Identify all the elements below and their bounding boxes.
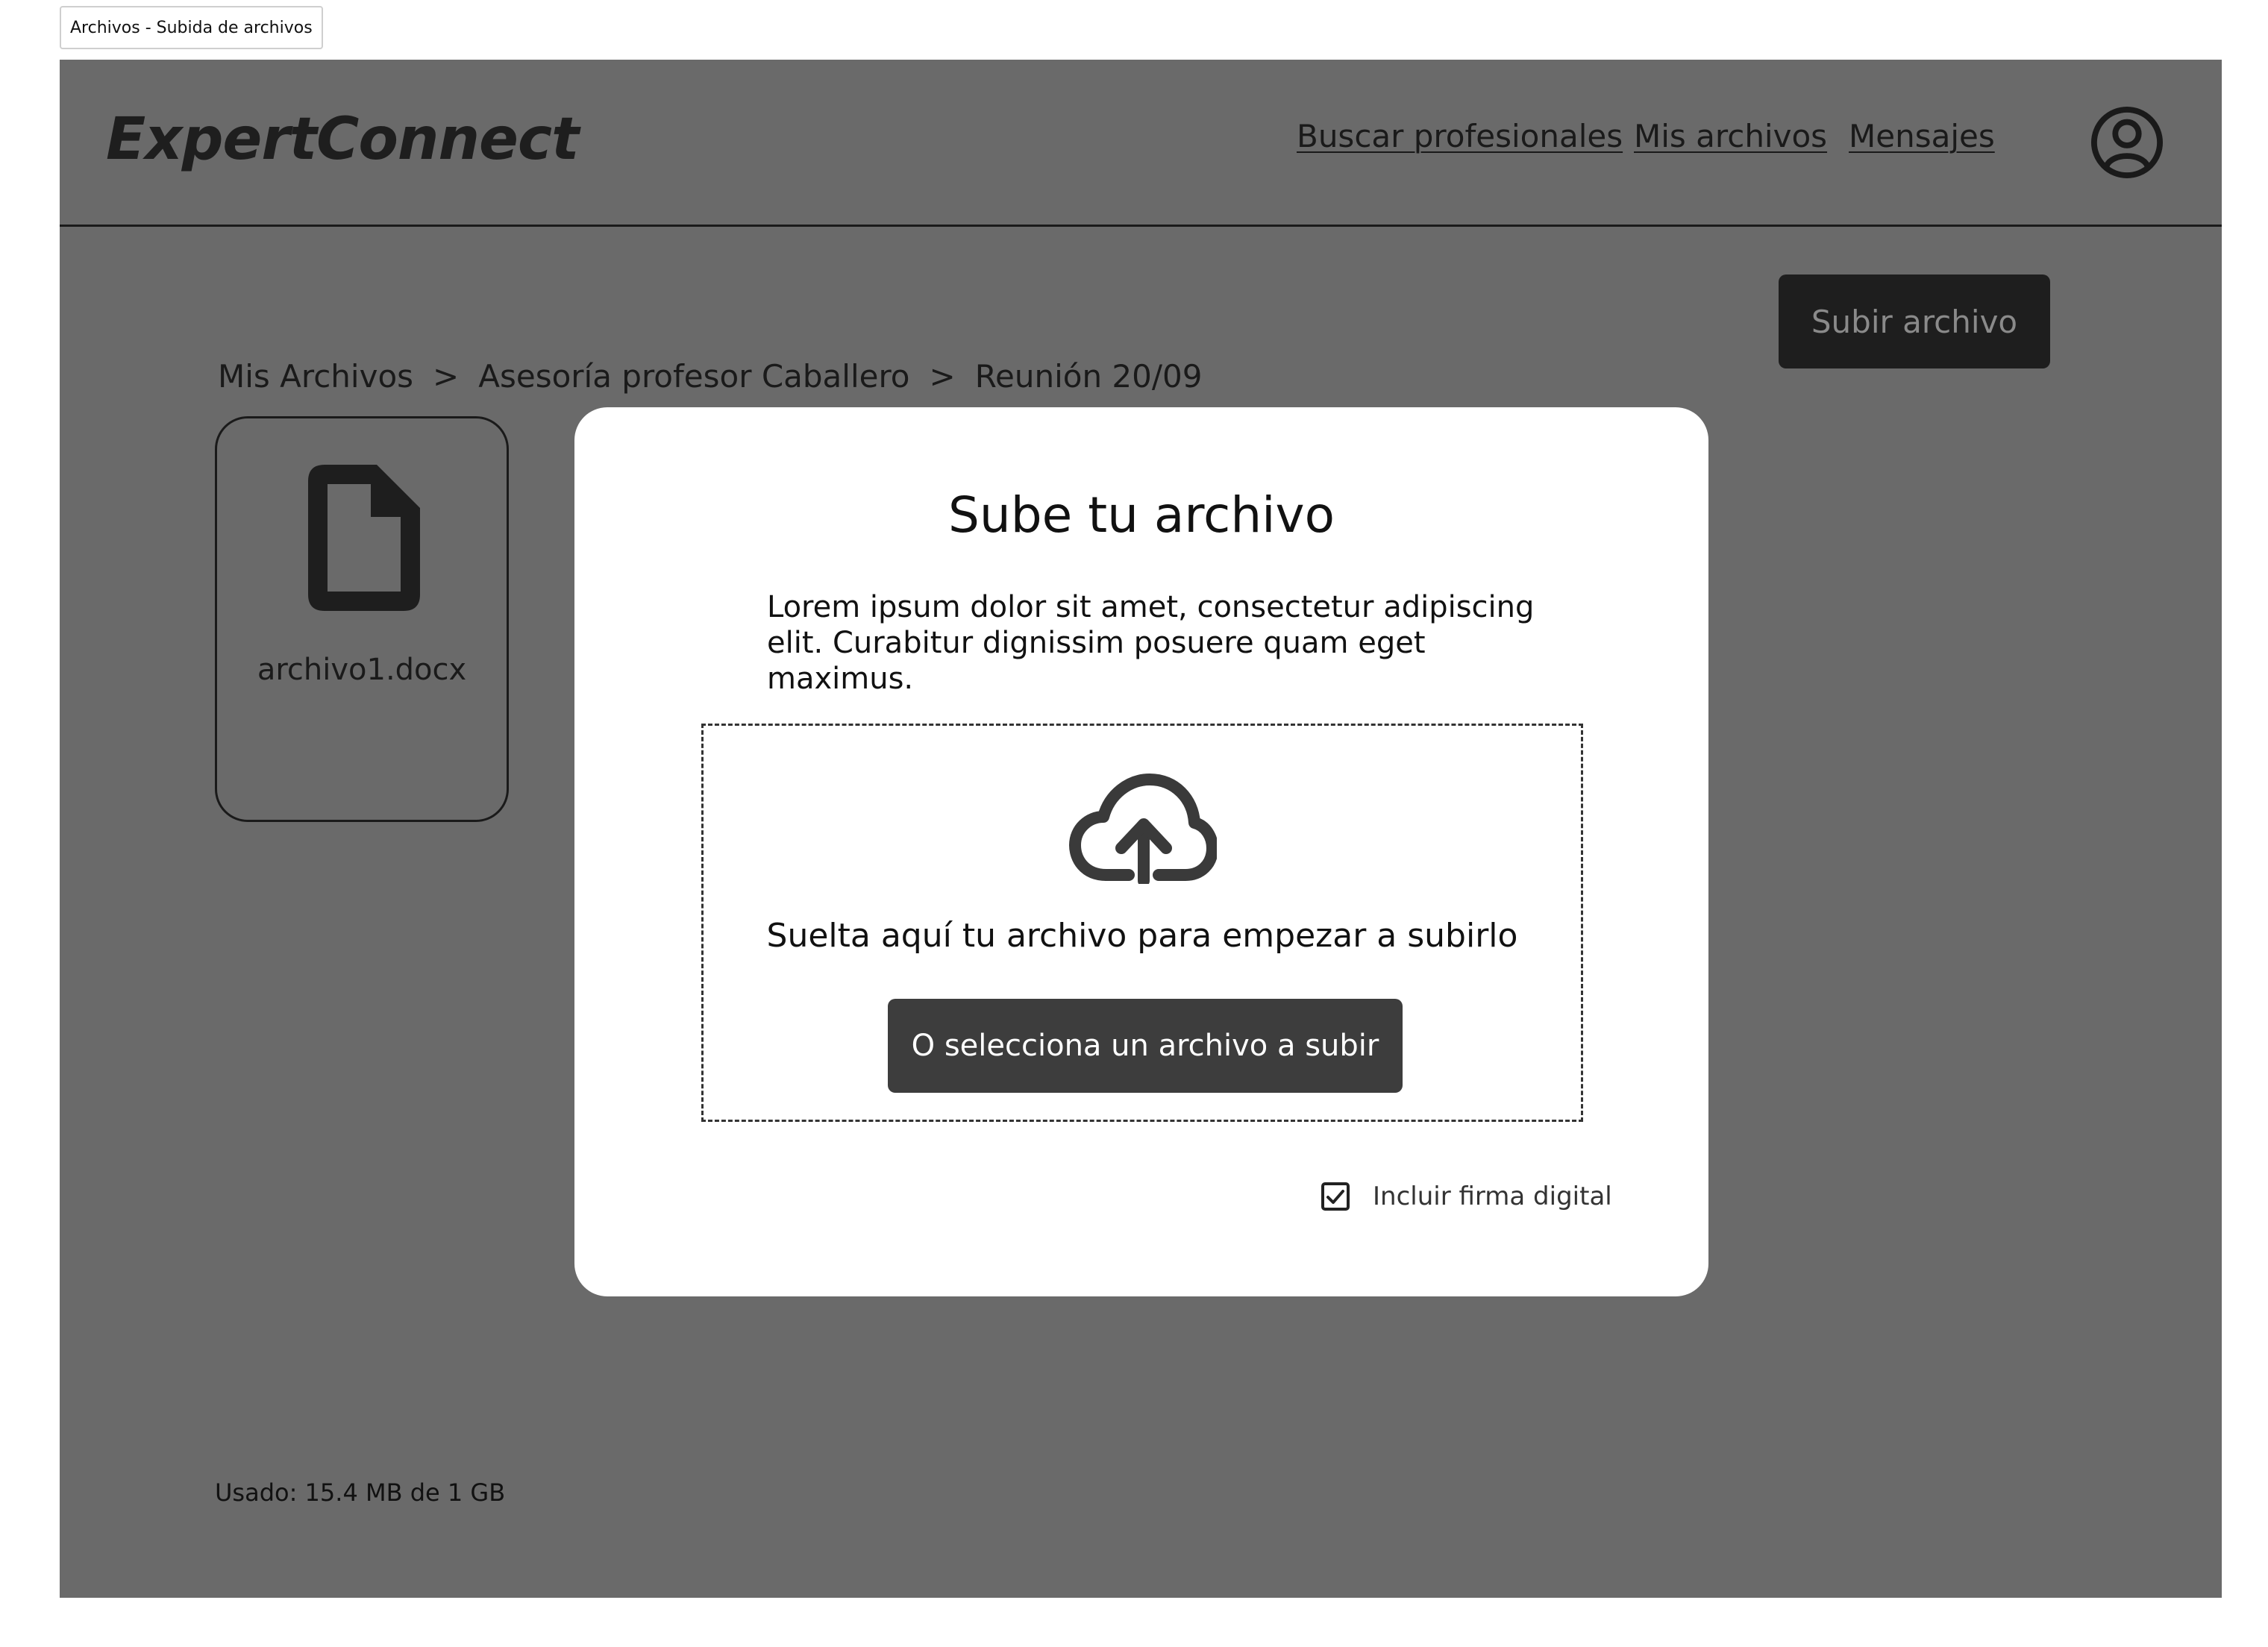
nav-link-mensajes[interactable]: Mensajes [1849, 118, 1995, 154]
breadcrumb-separator: > [929, 358, 956, 395]
nav-link-mis-archivos[interactable]: Mis archivos [1634, 118, 1827, 154]
top-navigation-bar: ExpertConnect Buscar profesionales Mis a… [60, 60, 2222, 227]
breadcrumb-separator: > [433, 358, 460, 395]
app-logo[interactable]: ExpertConnect [106, 106, 579, 173]
app-screen: ExpertConnect Buscar profesionales Mis a… [60, 60, 2222, 1598]
breadcrumb-item-mis-archivos[interactable]: Mis Archivos [218, 358, 413, 395]
digital-signature-option[interactable]: Incluir firma digital [1321, 1182, 1612, 1211]
user-circle-icon[interactable] [2090, 106, 2164, 179]
modal-description-line: Lorem ipsum dolor sit amet, consectetur … [767, 590, 1535, 624]
breadcrumb-item-reunion[interactable]: Reunión 20/09 [975, 358, 1203, 395]
upload-file-button[interactable]: Subir archivo [1779, 274, 2050, 368]
file-name: archivo1.docx [257, 653, 467, 687]
checkbox-label: Incluir firma digital [1373, 1182, 1612, 1211]
cloud-upload-icon [1069, 774, 1217, 884]
breadcrumb-item-asesoria[interactable]: Asesoría profesor Caballero [478, 358, 909, 395]
checkbox-checked-icon[interactable] [1321, 1182, 1350, 1211]
upload-modal: Sube tu archivo Lorem ipsum dolor sit am… [574, 407, 1708, 1296]
modal-description-line: elit. Curabitur dignissim posuere quam e… [767, 626, 1426, 696]
document-icon [308, 465, 420, 611]
modal-description: Lorem ipsum dolor sit amet, consectetur … [767, 589, 1543, 697]
breadcrumb: Mis Archivos > Asesoría profesor Caballe… [218, 358, 1202, 395]
dropzone-text: Suelta aquí tu archivo para empezar a su… [766, 917, 1518, 955]
frame-label: Archivos - Subida de archivos [60, 6, 323, 49]
file-card[interactable]: archivo1.docx [215, 416, 509, 822]
storage-usage: Usado: 15.4 MB de 1 GB [215, 1478, 506, 1507]
select-file-button[interactable]: O selecciona un archivo a subir [888, 999, 1403, 1093]
modal-title: Sube tu archivo [948, 486, 1335, 544]
file-dropzone[interactable]: Suelta aquí tu archivo para empezar a su… [701, 724, 1583, 1122]
nav-link-buscar-profesionales[interactable]: Buscar profesionales [1297, 118, 1623, 154]
